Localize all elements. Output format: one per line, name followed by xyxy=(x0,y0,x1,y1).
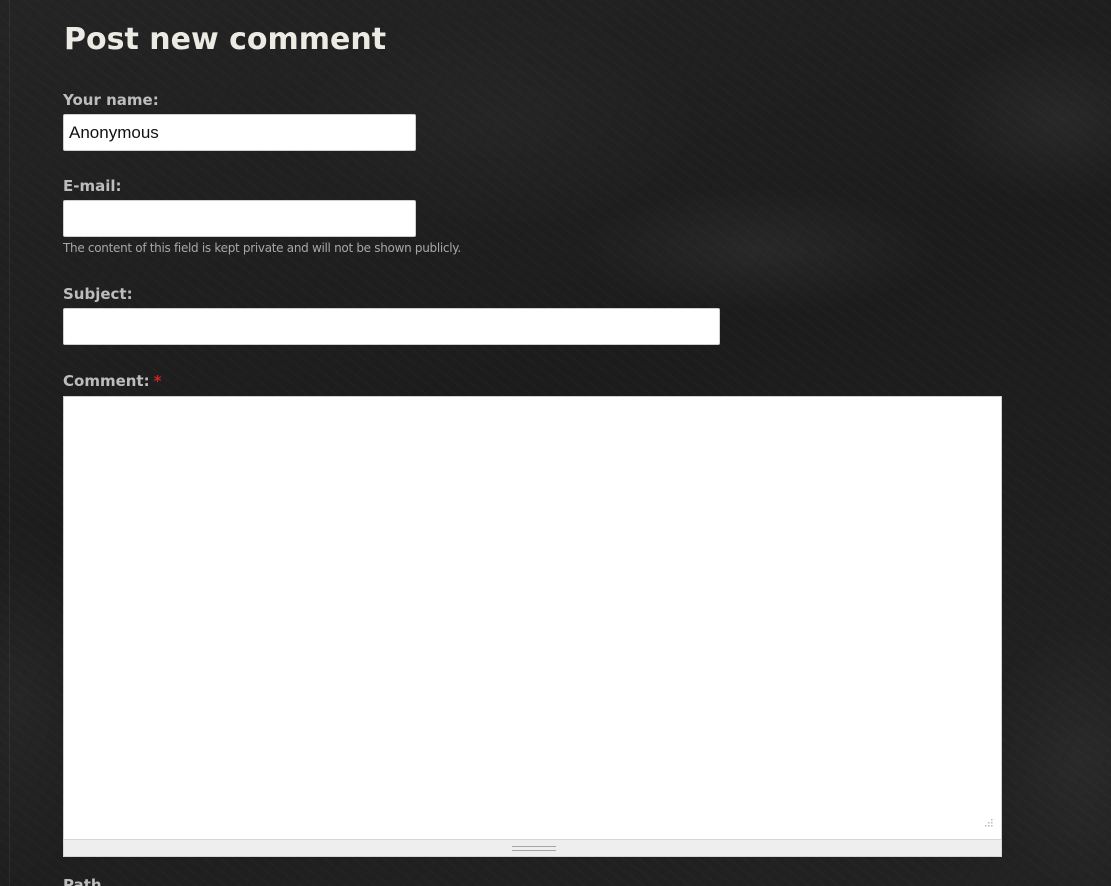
textarea-resize-handle[interactable] xyxy=(63,839,1002,857)
name-input[interactable] xyxy=(63,114,416,151)
grip-lines-icon xyxy=(512,846,556,851)
form-title: Post new comment xyxy=(64,22,387,57)
email-input[interactable] xyxy=(63,200,416,237)
next-field-label: Path xyxy=(63,876,102,886)
comment-label-text: Comment: xyxy=(63,372,150,390)
name-label: Your name: xyxy=(63,91,159,109)
comment-textarea[interactable] xyxy=(63,396,1002,839)
subject-input[interactable] xyxy=(63,308,720,345)
comment-label: Comment: * xyxy=(63,372,161,390)
subject-label: Subject: xyxy=(63,285,133,303)
comment-form: Post new comment Your name: E-mail: The … xyxy=(0,0,1111,886)
required-marker: * xyxy=(153,372,162,390)
resize-corner-icon xyxy=(985,819,993,827)
email-label: E-mail: xyxy=(63,177,122,195)
email-privacy-note: The content of this field is kept privat… xyxy=(63,241,461,255)
